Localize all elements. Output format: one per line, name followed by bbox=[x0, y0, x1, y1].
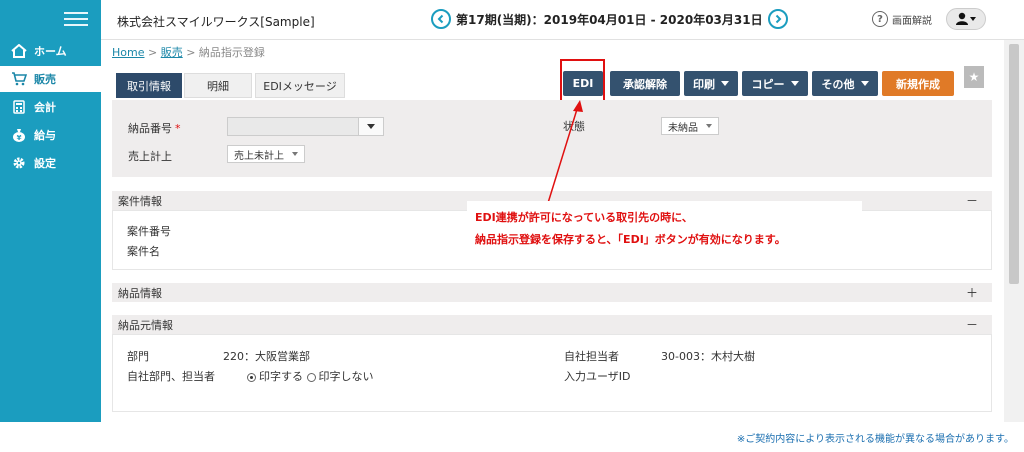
annotation-callout: EDI連携が許可になっている取引先の時に、 納品指示登録を保存すると、「EDI」… bbox=[467, 201, 862, 253]
scrollbar-thumb[interactable] bbox=[1009, 44, 1019, 284]
annotation-line-2: 納品指示登録を保存すると、「EDI」ボタンが有効になります。 bbox=[475, 233, 786, 246]
vertical-scrollbar[interactable] bbox=[1004, 40, 1024, 422]
footnote: ※ご契約内容により表示される機能が異なる場合があります。 bbox=[736, 434, 1014, 445]
annotation-line-1: EDI連携が許可になっている取引先の時に、 bbox=[475, 211, 693, 224]
app-window: ホーム 販売 会計 ¥ 給与 設定 株式会社スマイルワークス[Sample] 第… bbox=[0, 0, 1024, 452]
